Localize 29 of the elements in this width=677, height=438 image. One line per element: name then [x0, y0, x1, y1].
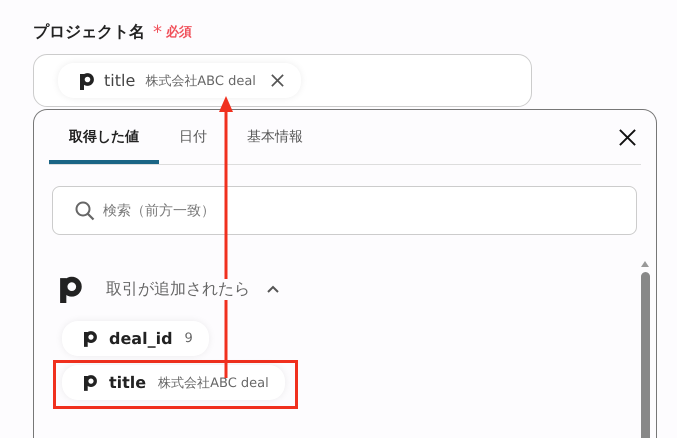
chip-value: 株式会社ABC deal: [158, 374, 269, 392]
tab[interactable]: 取得した値: [49, 110, 159, 164]
chip-name: deal_id: [109, 329, 173, 348]
logo-icon: [84, 330, 97, 347]
scrollbar[interactable]: [640, 260, 650, 438]
scroll-up-icon[interactable]: [640, 260, 650, 268]
variable-chip[interactable]: title 株式会社ABC deal: [62, 365, 285, 400]
logo-icon: [80, 72, 94, 90]
tab[interactable]: 日付: [159, 110, 227, 164]
input-field[interactable]: title 株式会社ABC deal: [33, 54, 532, 107]
logo-icon: [84, 374, 97, 391]
required-mark: *: [153, 22, 162, 42]
field-label: プロジェクト名: [33, 22, 145, 42]
search-field[interactable]: 検索（前方一致）: [52, 186, 637, 235]
close-icon[interactable]: [270, 73, 285, 88]
search-input[interactable]: 検索（前方一致）: [101, 202, 585, 220]
chip-value: 9: [184, 331, 193, 346]
logo-icon: [60, 275, 82, 303]
close-icon[interactable]: [618, 128, 637, 146]
chip-name: title: [104, 71, 136, 90]
tab[interactable]: 基本情報: [227, 110, 323, 164]
value-chip[interactable]: title 株式会社ABC deal: [58, 63, 301, 98]
search-icon: [75, 200, 95, 220]
variable-chip[interactable]: deal_id 9: [62, 321, 209, 356]
chevron-icon[interactable]: [266, 284, 280, 294]
chip-name: title: [109, 373, 146, 392]
chip-value: 株式会社ABC deal: [145, 72, 256, 90]
group-title[interactable]: 取引が追加されたら: [106, 278, 250, 300]
required-text: 必須: [166, 24, 192, 41]
